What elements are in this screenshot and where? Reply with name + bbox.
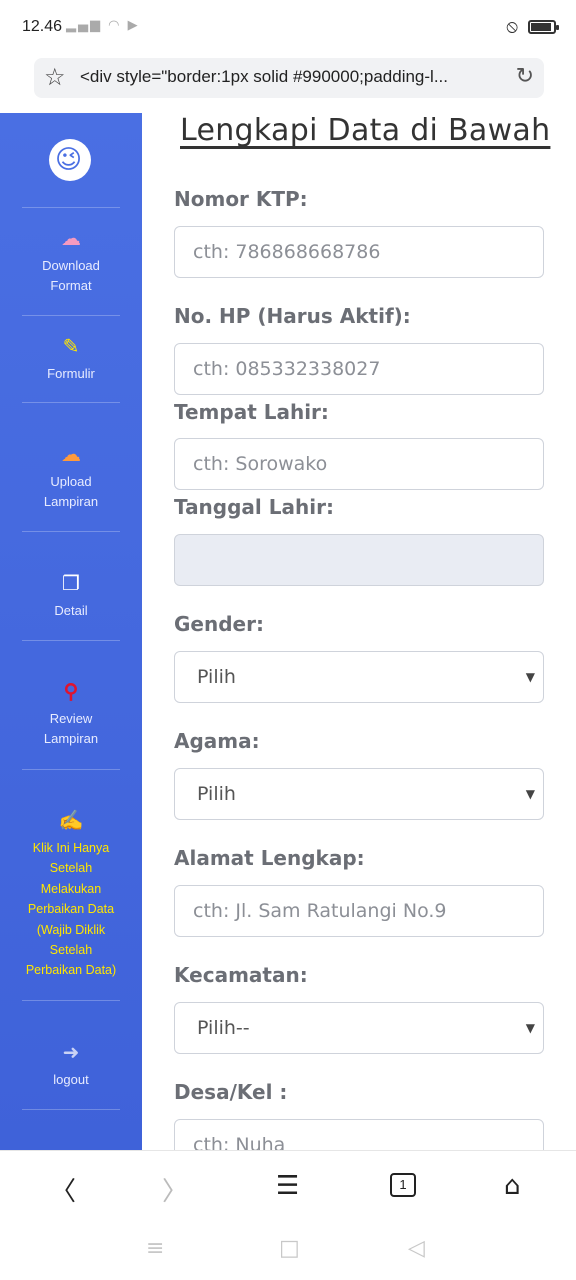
page-title: Lengkapi Data di Bawah	[180, 113, 551, 148]
tab-count: 1	[399, 1177, 407, 1192]
sidebar-divider	[22, 1109, 120, 1110]
gender-label: Gender:	[174, 612, 264, 636]
sidebar-item-label: logout	[53, 1072, 89, 1087]
cloud-download-icon: ☁	[61, 228, 81, 250]
sidebar-item-label: Formulir	[47, 366, 95, 381]
sidebar-divider	[22, 402, 120, 403]
sidebar-divider	[22, 640, 120, 641]
reload-icon[interactable]: ↻	[516, 64, 534, 89]
tempat-lahir-label: Tempat Lahir:	[174, 400, 329, 424]
tanggal-lahir-label: Tanggal Lahir:	[174, 495, 334, 519]
edit-icon: ✎	[62, 336, 80, 358]
alamat-label: Alamat Lengkap:	[174, 846, 365, 870]
sidebar-item-label: Melakukan	[40, 881, 102, 896]
url-text[interactable]: <div style="border:1px solid #990000;pad…	[80, 67, 500, 87]
chevron-down-icon: ▼	[525, 1021, 535, 1035]
sidebar-item-label: (Wajib Diklik	[36, 922, 106, 937]
sidebar-item-formulir[interactable]: ✎ Formulir	[22, 336, 120, 384]
tabs-button[interactable]: 1	[390, 1173, 416, 1197]
desa-input[interactable]: cth: Nuha	[174, 1119, 544, 1150]
sidebar-item-label: Setelah	[49, 943, 93, 958]
sidebar-item-label: Perbaikan Data	[27, 902, 115, 917]
ktp-label: Nomor KTP:	[174, 187, 308, 211]
agama-select-value: Pilih	[197, 783, 236, 805]
sidebar-divider	[22, 315, 120, 316]
sidebar-item-label: Review	[49, 711, 93, 726]
hp-label: No. HP (Harus Aktif):	[174, 304, 411, 328]
vibrate-mute-icon: ⦸	[506, 16, 518, 37]
kecamatan-label: Kecamatan:	[174, 963, 308, 987]
menu-icon[interactable]: ☰	[276, 1171, 299, 1201]
copy-icon: ❐	[62, 573, 80, 595]
browser-bottom-bar: 〈 〉 ☰ 1 ⌂	[0, 1150, 576, 1222]
sidebar-item-review-lampiran[interactable]: ⚲ Review Lampiran	[22, 681, 120, 749]
sidebar-item-logout[interactable]: ➜ logout	[22, 1042, 120, 1090]
sidebar-divider	[22, 1000, 120, 1001]
sidebar: 😉 ☁ Download Format ✎ Formulir ☁ Upload …	[0, 113, 142, 1150]
recent-apps-icon[interactable]: ≡	[146, 1236, 164, 1261]
sidebar-item-upload-lampiran[interactable]: ☁ Upload Lampiran	[22, 444, 120, 512]
battery-icon	[528, 19, 559, 34]
sidebar-item-konfirmasi-perbaikan[interactable]: ✍ Klik Ini Hanya Setelah Melakukan Perba…	[22, 810, 120, 981]
sidebar-item-detail[interactable]: ❐ Detail	[22, 573, 120, 621]
sidebar-item-label: Download	[42, 258, 100, 273]
user-edit-icon: ✍	[58, 810, 84, 832]
kecamatan-select-value: Pilih--	[197, 1017, 250, 1039]
back-icon[interactable]: 〈	[50, 1171, 76, 1208]
forward-icon[interactable]: 〉	[162, 1171, 188, 1208]
bookmark-star-icon[interactable]: ☆	[44, 63, 66, 91]
agama-label: Agama:	[174, 729, 260, 753]
status-right-icons: ⦸	[506, 16, 559, 37]
sidebar-item-label: Lampiran	[43, 494, 99, 509]
sidebar-divider	[22, 207, 120, 208]
sidebar-divider	[22, 531, 120, 532]
status-time: 12.46	[22, 18, 63, 35]
logo-wink-icon: 😉	[49, 139, 91, 181]
kecamatan-select[interactable]: Pilih-- ▼	[174, 1002, 544, 1054]
sidebar-item-label: Setelah	[49, 861, 93, 876]
logout-icon: ➜	[62, 1042, 80, 1064]
tanggal-lahir-input[interactable]	[174, 534, 544, 586]
sidebar-item-label: Detail	[54, 603, 88, 618]
gender-select[interactable]: Pilih ▼	[174, 651, 544, 703]
sidebar-item-label: Upload	[50, 474, 92, 489]
hp-input[interactable]: cth: 085332338027	[174, 343, 544, 395]
alamat-input[interactable]: cth: Jl. Sam Ratulangi No.9	[174, 885, 544, 937]
sidebar-divider	[22, 769, 120, 770]
signal-wifi-icons: ▂▄▆ ◠ ▶	[66, 18, 140, 33]
desa-label: Desa/Kel :	[174, 1080, 288, 1104]
form-panel: Lengkapi Data di Bawah Nomor KTP: cth: 7…	[142, 113, 576, 1150]
home-button-icon[interactable]: □	[279, 1236, 300, 1261]
system-nav-bar: ≡ □ ◁	[0, 1222, 576, 1280]
search-icon: ⚲	[63, 681, 79, 703]
chevron-down-icon: ▼	[525, 787, 535, 801]
status-bar: 12.46 ▂▄▆ ◠ ▶ ⦸	[0, 0, 576, 56]
sidebar-item-label: Format	[50, 278, 92, 293]
cloud-upload-icon: ☁	[61, 444, 81, 466]
sidebar-item-label: Perbaikan Data)	[25, 963, 117, 978]
home-icon[interactable]: ⌂	[504, 1171, 521, 1201]
chevron-down-icon: ▼	[525, 670, 535, 684]
tempat-lahir-input[interactable]: cth: Sorowako	[174, 438, 544, 490]
ktp-input[interactable]: cth: 786868668786	[174, 226, 544, 278]
url-bar[interactable]: ☆ <div style="border:1px solid #990000;p…	[34, 58, 544, 98]
back-button-icon[interactable]: ◁	[408, 1236, 425, 1261]
sidebar-item-download-format[interactable]: ☁ Download Format	[22, 228, 120, 296]
sidebar-item-label: Klik Ini Hanya	[32, 841, 110, 855]
agama-select[interactable]: Pilih ▼	[174, 768, 544, 820]
gender-select-value: Pilih	[197, 666, 236, 688]
sidebar-item-label: Lampiran	[43, 731, 99, 746]
